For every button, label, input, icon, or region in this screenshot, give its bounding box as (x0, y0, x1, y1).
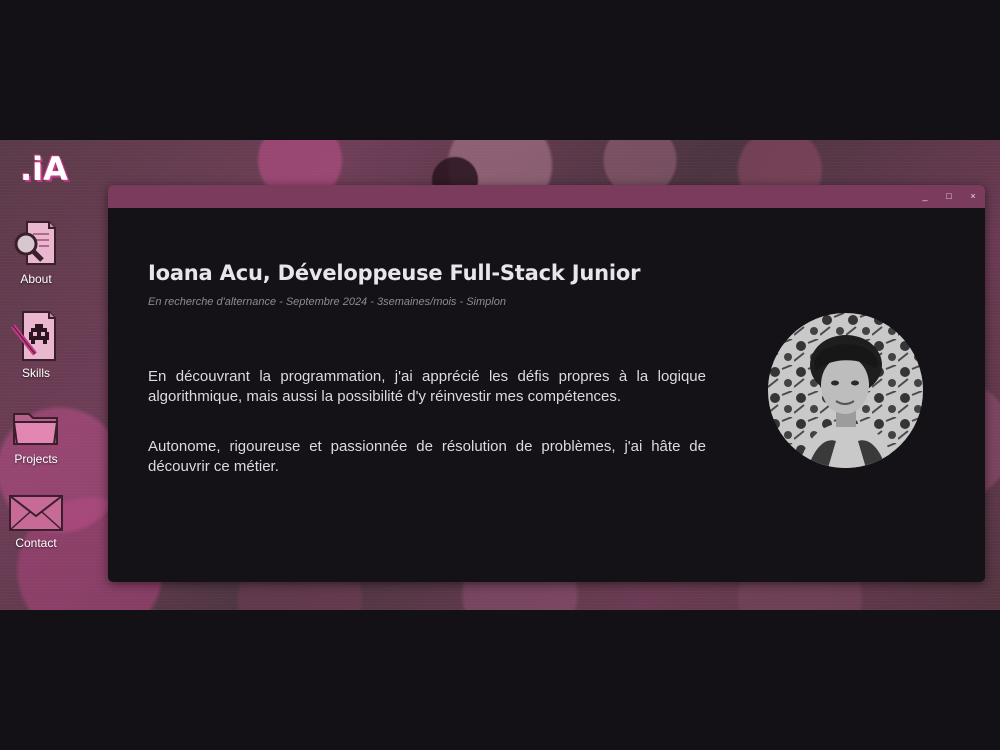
avatar (768, 313, 923, 468)
envelope-icon (9, 495, 63, 531)
page-title: Ioana Acu, Développeuse Full-Stack Junio… (148, 261, 641, 285)
document-magnifier-icon (14, 221, 56, 265)
profile-photo (768, 313, 923, 468)
intro-paragraph: Autonome, rigoureuse et passionnée de ré… (148, 438, 706, 475)
desktop-icon-label: About (20, 272, 52, 286)
desktop-icon-projects[interactable]: Projects (0, 408, 72, 466)
desktop-icon-label: Contact (15, 536, 57, 550)
desktop-icon-label: Projects (14, 452, 58, 466)
desktop-icon-label: Skills (21, 366, 50, 380)
desktop: .iA About Skills Projects Contact _ □ × … (0, 140, 1000, 610)
maximize-button[interactable]: □ (942, 190, 956, 202)
desktop-icon-about[interactable]: About (0, 220, 72, 286)
minimize-button[interactable]: _ (918, 190, 932, 202)
page-subtitle: En recherche d'alternance - Septembre 20… (148, 296, 506, 308)
close-button[interactable]: × (966, 190, 980, 202)
intro-paragraph: En découvrant la programmation, j'ai app… (148, 368, 706, 405)
window-titlebar[interactable]: _ □ × (108, 185, 985, 208)
desktop-icon-contact[interactable]: Contact (0, 494, 72, 550)
site-logo[interactable]: .iA (20, 150, 68, 188)
about-window: _ □ × Ioana Acu, Développeuse Full-Stack… (108, 185, 985, 582)
folder-icon (12, 413, 59, 445)
desktop-icon-skills[interactable]: Skills (0, 310, 72, 380)
space-invader-document-icon (11, 311, 56, 361)
